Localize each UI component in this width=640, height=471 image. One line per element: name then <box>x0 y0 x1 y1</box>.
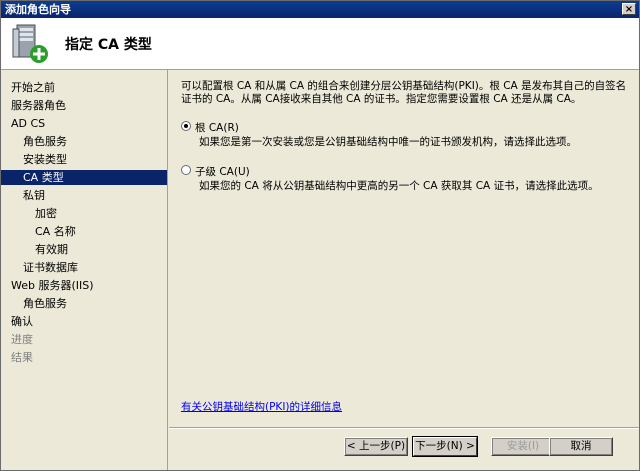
sidebar-item[interactable]: 有效期 <box>1 242 167 257</box>
page-title: 指定 CA 类型 <box>65 37 152 53</box>
wizard-header: 指定 CA 类型 <box>1 18 639 70</box>
sidebar-item[interactable]: 安装类型 <box>1 152 167 167</box>
sidebar-item[interactable]: CA 类型 <box>1 170 167 185</box>
sidebar-item[interactable]: 确认 <box>1 314 167 329</box>
server-add-icon <box>12 24 48 63</box>
window-title: 添加角色向导 <box>5 3 71 16</box>
sidebar-item[interactable]: 进度 <box>1 332 167 347</box>
title-bar: 添加角色向导 × <box>1 1 639 18</box>
option-root-ca[interactable]: 根 CA(R) 如果您是第一次安装或您是公钥基础结构中唯一的证书颁发机构，请选择… <box>181 120 631 150</box>
wizard-window: 添加角色向导 × 指定 CA 类型 开始之前 服务器角色 AD CS 角色服务 安装类型… <box>0 0 640 471</box>
sidebar-item[interactable]: 结果 <box>1 350 167 365</box>
wizard-steps-sidebar: 开始之前 服务器角色 AD CS 角色服务 安装类型 CA 类型 私钥 加密 CA 名称 有效期证… <box>1 70 168 470</box>
sidebar-item[interactable]: 私钥 <box>1 188 167 203</box>
sidebar-item[interactable]: 开始之前 <box>1 80 167 95</box>
previous-button[interactable]: < 上一步(P) <box>344 437 408 456</box>
sidebar-item[interactable]: CA 名称 <box>1 224 167 239</box>
cancel-button[interactable]: 取消 <box>549 437 613 456</box>
pki-info-link[interactable]: 有关公钥基础结构(PKI)的详细信息 <box>181 399 342 414</box>
root-ca-radio[interactable] <box>181 121 191 131</box>
sidebar-item[interactable]: Web 服务器(IIS) <box>1 278 167 293</box>
sidebar-item[interactable]: AD CS <box>1 116 167 131</box>
subordinate-ca-label[interactable]: 子级 CA(U) <box>195 164 250 179</box>
install-button[interactable]: 安装(I) <box>491 437 555 456</box>
sidebar-item[interactable]: 角色服务 <box>1 296 167 311</box>
next-button[interactable]: 下一步(N) > <box>412 436 478 457</box>
option-subordinate-ca[interactable]: 子级 CA(U) 如果您的 CA 将从公钥基础结构中更高的另一个 CA 获取其 … <box>181 164 631 194</box>
subordinate-ca-description: 如果您的 CA 将从公钥基础结构中更高的另一个 CA 获取其 CA 证书，请选择… <box>199 180 599 192</box>
subordinate-ca-radio[interactable] <box>181 165 191 175</box>
sidebar-item[interactable]: 加密 <box>1 206 167 221</box>
close-button[interactable]: × <box>622 3 636 15</box>
wizard-content: 可以配置根 CA 和从属 CA 的组合来创建分层公钥基础结构(PKI)。根 CA… <box>169 70 639 470</box>
sidebar-item[interactable]: 角色服务 <box>1 134 167 149</box>
intro-text: 可以配置根 CA 和从属 CA 的组合来创建分层公钥基础结构(PKI)。根 CA… <box>181 80 627 105</box>
root-ca-label[interactable]: 根 CA(R) <box>195 120 239 135</box>
root-ca-description: 如果您是第一次安装或您是公钥基础结构中唯一的证书颁发机构，请选择此选项。 <box>199 136 577 148</box>
sidebar-item[interactable]: 服务器角色 <box>1 98 167 113</box>
sidebar-item[interactable]: 证书数据库 <box>1 260 167 275</box>
button-bar: < 上一步(P) 下一步(N) > 安装(I) 取消 <box>169 428 639 471</box>
